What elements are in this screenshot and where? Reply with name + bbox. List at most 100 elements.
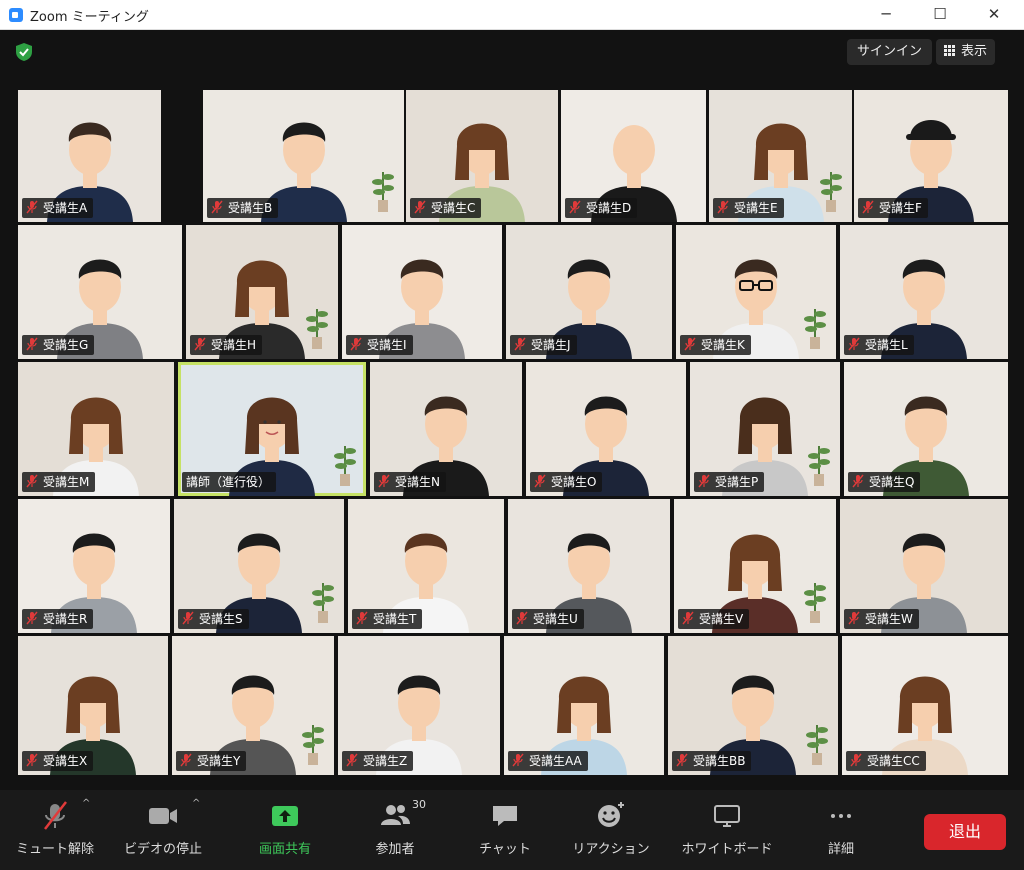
share-screen-button[interactable]: 画面共有	[230, 798, 340, 857]
participant-tile[interactable]: 受講生M	[18, 362, 174, 496]
more-label: 詳細	[827, 842, 854, 857]
microphone-muted-icon	[378, 474, 390, 488]
participant-name-bar: 受講生E	[713, 198, 784, 218]
participant-name-bar: 受講生H	[190, 335, 263, 355]
participant-name-bar: 受講生O	[530, 472, 603, 492]
shield-check-icon[interactable]	[14, 42, 34, 62]
participant-tile[interactable]: 受講生R	[18, 499, 170, 633]
participant-tile[interactable]: 受講生A	[18, 90, 161, 222]
participant-name: 受講生U	[533, 612, 578, 626]
participant-name: 受講生L	[865, 338, 908, 352]
mute-label: ミュート解除	[15, 842, 94, 857]
participant-name: 受講生W	[865, 612, 913, 626]
participant-tile[interactable]: 受講生W	[840, 499, 1008, 633]
more-button[interactable]: 詳細	[786, 798, 896, 857]
view-button[interactable]: 表示	[936, 39, 996, 65]
participant-tile[interactable]: 受講生G	[18, 225, 182, 359]
participant-name-bar: 受講生G	[22, 335, 95, 355]
signin-button[interactable]: サインイン	[847, 39, 933, 65]
participant-name-bar: 受講生W	[844, 609, 919, 629]
microphone-muted-icon	[534, 474, 546, 488]
emoji-reaction-icon	[598, 802, 624, 827]
reaction-button[interactable]: リアクション	[556, 798, 666, 857]
participant-name: 受講生E	[734, 201, 778, 215]
plant-decor	[372, 172, 394, 212]
participant-name-bar: 受講生Q	[848, 472, 921, 492]
microphone-muted-icon	[682, 611, 694, 625]
participant-name-bar: 受講生P	[694, 472, 765, 492]
participant-tile[interactable]: 受講生B	[203, 90, 404, 222]
video-button[interactable]: ビデオの停止	[108, 798, 218, 857]
participant-name: 受講生B	[228, 201, 273, 215]
participant-tile[interactable]: 受講生AA	[504, 636, 664, 775]
mute-options-chevron-up-icon[interactable]: ^	[82, 798, 90, 809]
participant-tile[interactable]: 受講生Q	[844, 362, 1008, 496]
reaction-label: リアクション	[572, 842, 650, 857]
participant-tile[interactable]: 受講生K	[676, 225, 836, 359]
participant-name-bar: 受講生T	[352, 609, 423, 629]
participant-name-bar: 受講生K	[680, 335, 751, 355]
participant-name: 受講生K	[701, 338, 745, 352]
participant-tile[interactable]: 受講生P	[690, 362, 840, 496]
participants-label: 参加者	[375, 842, 415, 857]
participant-name: 受講生F	[879, 201, 922, 215]
more-dots-icon	[831, 814, 851, 818]
participant-tile[interactable]: 受講生D	[561, 90, 706, 222]
participant-name: 受講生O	[551, 475, 597, 489]
window-title: Zoom ミーティング	[30, 10, 149, 25]
participant-name: 受講生AA	[529, 754, 582, 768]
participant-tile[interactable]: 受講生X	[18, 636, 168, 775]
participants-button[interactable]: 30 参加者	[340, 798, 450, 857]
participant-tile[interactable]: 受講生F	[854, 90, 1008, 222]
participant-name-bar: 受講生Y	[176, 751, 247, 771]
participant-tile[interactable]: 受講生Z	[338, 636, 500, 775]
participant-tile[interactable]: 受講生U	[508, 499, 670, 633]
participant-name-bar: 講師（進行役）	[182, 472, 277, 492]
participant-name: 受講生A	[43, 201, 88, 215]
participant-tile[interactable]: 受講生T	[348, 499, 504, 633]
microphone-muted-icon	[26, 474, 38, 488]
chat-button[interactable]: チャット	[450, 798, 560, 857]
participant-tile[interactable]: 受講生H	[186, 225, 338, 359]
microphone-muted-icon	[26, 200, 38, 214]
participant-name-bar: 受講生S	[178, 609, 249, 629]
plant-decor	[334, 446, 356, 486]
whiteboard-button[interactable]: ホワイトボード	[672, 798, 782, 857]
participant-tile[interactable]: 受講生C	[406, 90, 558, 222]
participant-tile[interactable]: 受講生I	[342, 225, 502, 359]
microphone-muted-icon	[569, 200, 581, 214]
participant-name: 受講生T	[373, 612, 417, 626]
share-screen-label: 画面共有	[258, 842, 311, 857]
participant-tile[interactable]: 講師（進行役）	[178, 362, 366, 496]
participant-tile[interactable]: 受講生J	[506, 225, 672, 359]
mute-button[interactable]: ミュート解除	[0, 798, 110, 857]
microphone-muted-icon	[862, 200, 874, 214]
close-button[interactable]: ✕	[972, 0, 1016, 30]
participant-name-bar: 受講生C	[410, 198, 482, 218]
participant-name: 受講生H	[211, 338, 257, 352]
participant-tile[interactable]: 受講生Y	[172, 636, 334, 775]
participant-name-bar: 受講生V	[678, 609, 750, 629]
participant-tile[interactable]: 受講生CC	[842, 636, 1008, 775]
zoom-app-icon	[9, 8, 23, 22]
share-screen-icon	[272, 806, 298, 826]
microphone-muted-icon	[414, 200, 426, 214]
participant-tile[interactable]: 受講生S	[174, 499, 344, 633]
chat-bubble-icon	[493, 806, 517, 826]
participant-tile[interactable]: 受講生N	[370, 362, 522, 496]
participant-tile[interactable]: 受講生BB	[668, 636, 838, 775]
maximize-button[interactable]: ☐	[918, 0, 962, 30]
whiteboard-label: ホワイトボード	[681, 842, 773, 857]
meeting-stage: サインイン 表示 受講生A 受講生B 受講生C 受講生D 受講生E 受講生F 受講生G 受講生…	[0, 30, 1024, 790]
participant-tile[interactable]: 受講生O	[526, 362, 686, 496]
video-options-chevron-up-icon[interactable]: ^	[192, 798, 200, 809]
microphone-muted-icon	[514, 337, 526, 351]
participant-tile[interactable]: 受講生V	[674, 499, 836, 633]
participant-tile[interactable]: 受講生E	[709, 90, 852, 222]
microphone-muted-icon	[848, 611, 860, 625]
participant-tile[interactable]: 受講生L	[840, 225, 1008, 359]
minimize-button[interactable]: ─	[864, 0, 908, 30]
participant-name-bar: 受講生R	[22, 609, 94, 629]
participant-name: 受講生G	[43, 338, 89, 352]
leave-button[interactable]: 退出	[924, 814, 1006, 850]
